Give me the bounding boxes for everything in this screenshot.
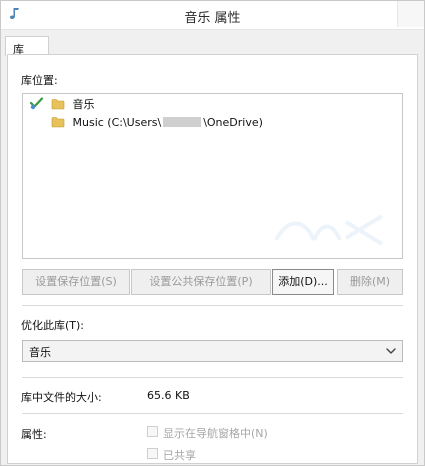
- shared-label: 已共享: [163, 449, 196, 462]
- show-in-navigation-pane-label: 显示在导航窗格中(N): [163, 427, 268, 440]
- show-in-navigation-pane-checkbox[interactable]: [147, 426, 158, 437]
- folder-icon: [51, 99, 65, 110]
- list-item[interactable]: Music (C:\Users\ \OneDrive): [51, 114, 263, 132]
- library-locations-list[interactable]: 音乐 Music (C:\Users\ \OneDrive): [22, 93, 403, 259]
- tab-strip: 库: [1, 30, 424, 56]
- optimize-library-selected-value: 音乐: [29, 346, 51, 359]
- set-save-location-button[interactable]: 设置保存位置(S): [22, 269, 130, 295]
- close-button[interactable]: [397, 1, 424, 27]
- attributes-label: 属性:: [21, 428, 47, 441]
- folder-icon: [51, 117, 65, 128]
- set-public-save-location-button[interactable]: 设置公共保存位置(P): [131, 269, 271, 295]
- location-name: 音乐: [72, 98, 95, 111]
- redacted-username-box: [163, 117, 202, 127]
- location-path-suffix: \OneDrive): [203, 116, 263, 129]
- library-locations-label: 库位置:: [21, 74, 58, 87]
- library-size-value: 65.6 KB: [147, 389, 190, 402]
- section-divider: [22, 413, 403, 414]
- chevron-down-icon: [386, 348, 396, 354]
- section-divider: [22, 305, 403, 306]
- properties-window: 音乐 属性 库 库位置: 音乐 Music (C:\Users\ \OneDri…: [0, 0, 425, 466]
- optimize-library-label: 优化此库(T):: [21, 319, 85, 332]
- default-save-location-check-icon: [29, 97, 44, 110]
- section-divider: [22, 377, 403, 378]
- title-bar: 音乐 属性: [1, 1, 424, 30]
- remove-location-button[interactable]: 删除(M): [337, 269, 403, 295]
- tab-library[interactable]: 库: [5, 36, 49, 56]
- library-tab-panel: 库位置: 音乐 Music (C:\Users\ \OneDrive) 设置保存…: [7, 54, 418, 464]
- optimize-library-select[interactable]: 音乐: [22, 340, 403, 362]
- list-item[interactable]: 音乐: [51, 96, 95, 114]
- shared-checkbox[interactable]: [147, 448, 158, 459]
- window-title: 音乐 属性: [184, 11, 241, 26]
- library-size-label: 库中文件的大小:: [21, 391, 102, 404]
- watermark-graphic: [274, 214, 384, 246]
- add-location-button[interactable]: 添加(D)...: [272, 269, 334, 295]
- location-path-prefix: Music (C:\Users\: [72, 116, 162, 129]
